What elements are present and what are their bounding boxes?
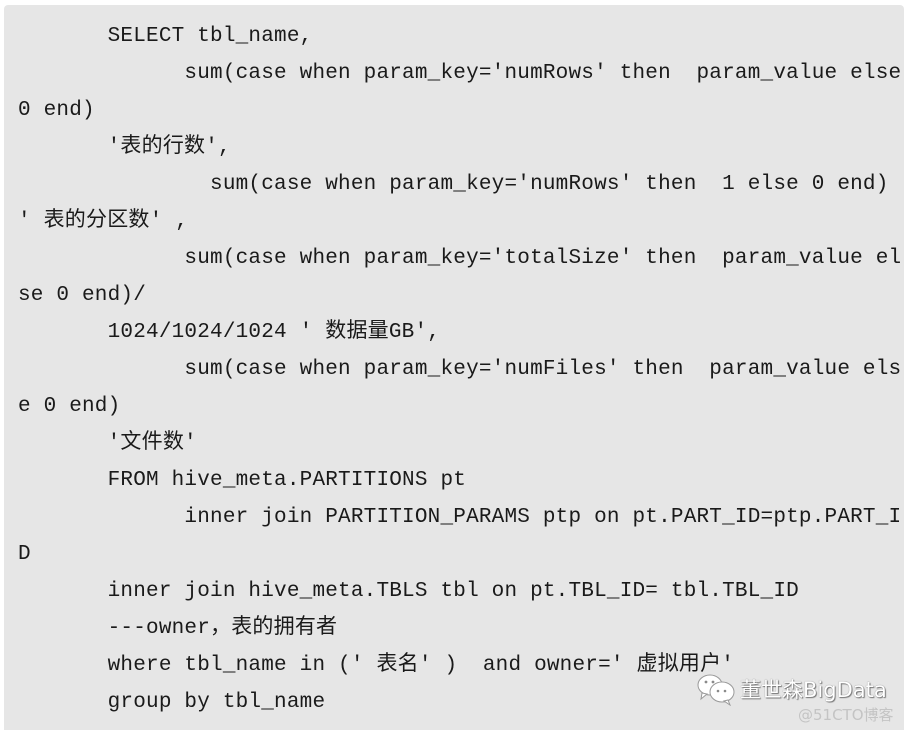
code-line: 0 end) — [18, 99, 95, 122]
code-line: se 0 end)/ — [18, 284, 147, 307]
code-line: SELECT tbl_name, — [18, 25, 313, 48]
watermark: 董世森BigData — [696, 672, 887, 707]
code-line: '表的行数', — [18, 136, 231, 159]
code-line: sum(case when param_key='totalSize' then… — [18, 247, 902, 270]
watermark-title: 董世森BigData — [740, 678, 887, 702]
code-block: SELECT tbl_name, sum(case when param_key… — [4, 5, 904, 730]
code-line: FROM hive_meta.PARTITIONS pt — [18, 469, 467, 492]
code-line: where tbl_name in (' 表名' ) and owner=' 虚… — [18, 654, 735, 677]
code-line: '文件数' — [18, 432, 197, 455]
wechat-icon — [696, 672, 736, 707]
code-line: group by tbl_name — [18, 691, 326, 714]
code-line: sum(case when param_key='numRows' then p… — [18, 62, 902, 85]
code-line: sum(case when param_key='numFiles' then … — [18, 358, 902, 381]
code-line: ' 表的分区数' , — [18, 210, 189, 233]
code-line: ---owner，表的拥有者 — [18, 617, 338, 640]
code-line: D — [18, 543, 31, 566]
code-line: inner join hive_meta.TBLS tbl on pt.TBL_… — [18, 580, 799, 603]
code-line: sum(case when param_key='numRows' then 1… — [18, 173, 889, 196]
code-line: 1024/1024/1024 ' 数据量GB', — [18, 321, 441, 344]
code-line: e 0 end) — [18, 395, 121, 418]
code-line: inner join PARTITION_PARAMS ptp on pt.PA… — [18, 506, 902, 529]
watermark-subtitle: @51CTO博客 — [798, 706, 894, 724]
